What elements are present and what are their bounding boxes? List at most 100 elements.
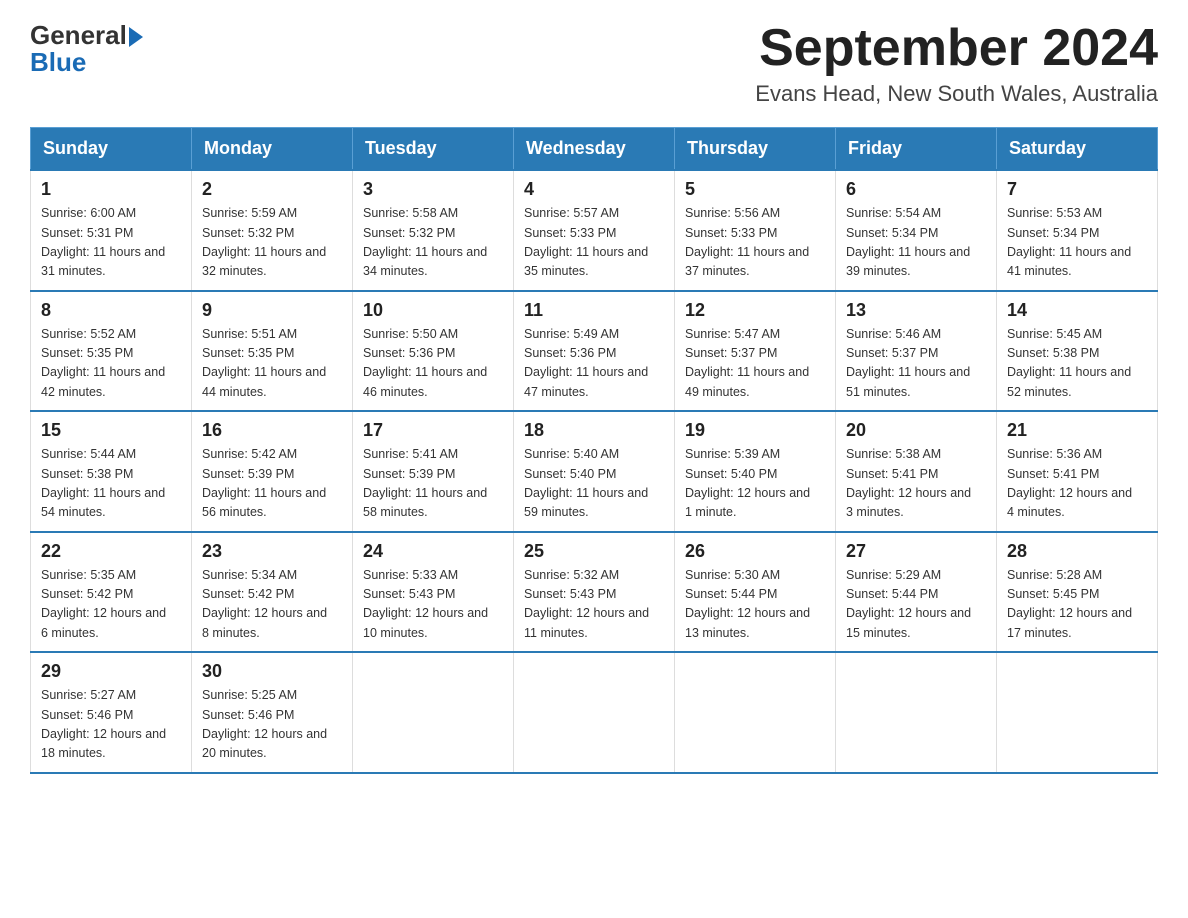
day-info: Sunrise: 5:56 AMSunset: 5:33 PMDaylight:… (685, 204, 825, 282)
day-info: Sunrise: 5:45 AMSunset: 5:38 PMDaylight:… (1007, 325, 1147, 403)
calendar-cell: 7 Sunrise: 5:53 AMSunset: 5:34 PMDayligh… (997, 170, 1158, 291)
header-monday: Monday (192, 128, 353, 171)
day-info: Sunrise: 5:40 AMSunset: 5:40 PMDaylight:… (524, 445, 664, 523)
day-number: 23 (202, 541, 342, 562)
calendar-cell: 15 Sunrise: 5:44 AMSunset: 5:38 PMDaylig… (31, 411, 192, 532)
calendar-cell: 8 Sunrise: 5:52 AMSunset: 5:35 PMDayligh… (31, 291, 192, 412)
calendar-cell: 9 Sunrise: 5:51 AMSunset: 5:35 PMDayligh… (192, 291, 353, 412)
day-info: Sunrise: 5:38 AMSunset: 5:41 PMDaylight:… (846, 445, 986, 523)
day-number: 29 (41, 661, 181, 682)
calendar-cell: 21 Sunrise: 5:36 AMSunset: 5:41 PMDaylig… (997, 411, 1158, 532)
title-section: September 2024 Evans Head, New South Wal… (755, 20, 1158, 107)
calendar-week-2: 8 Sunrise: 5:52 AMSunset: 5:35 PMDayligh… (31, 291, 1158, 412)
day-info: Sunrise: 6:00 AMSunset: 5:31 PMDaylight:… (41, 204, 181, 282)
calendar-cell: 13 Sunrise: 5:46 AMSunset: 5:37 PMDaylig… (836, 291, 997, 412)
day-number: 11 (524, 300, 664, 321)
day-info: Sunrise: 5:30 AMSunset: 5:44 PMDaylight:… (685, 566, 825, 644)
day-number: 13 (846, 300, 986, 321)
day-number: 12 (685, 300, 825, 321)
calendar-header-row: Sunday Monday Tuesday Wednesday Thursday… (31, 128, 1158, 171)
calendar-cell: 30 Sunrise: 5:25 AMSunset: 5:46 PMDaylig… (192, 652, 353, 773)
day-number: 8 (41, 300, 181, 321)
day-number: 5 (685, 179, 825, 200)
logo-arrow-icon (129, 27, 143, 47)
calendar-week-5: 29 Sunrise: 5:27 AMSunset: 5:46 PMDaylig… (31, 652, 1158, 773)
day-info: Sunrise: 5:42 AMSunset: 5:39 PMDaylight:… (202, 445, 342, 523)
day-number: 3 (363, 179, 503, 200)
day-info: Sunrise: 5:32 AMSunset: 5:43 PMDaylight:… (524, 566, 664, 644)
day-info: Sunrise: 5:46 AMSunset: 5:37 PMDaylight:… (846, 325, 986, 403)
calendar-week-1: 1 Sunrise: 6:00 AMSunset: 5:31 PMDayligh… (31, 170, 1158, 291)
location-subtitle: Evans Head, New South Wales, Australia (755, 81, 1158, 107)
day-number: 9 (202, 300, 342, 321)
day-info: Sunrise: 5:54 AMSunset: 5:34 PMDaylight:… (846, 204, 986, 282)
day-number: 14 (1007, 300, 1147, 321)
calendar-cell: 1 Sunrise: 6:00 AMSunset: 5:31 PMDayligh… (31, 170, 192, 291)
day-info: Sunrise: 5:49 AMSunset: 5:36 PMDaylight:… (524, 325, 664, 403)
calendar-cell: 22 Sunrise: 5:35 AMSunset: 5:42 PMDaylig… (31, 532, 192, 653)
day-info: Sunrise: 5:44 AMSunset: 5:38 PMDaylight:… (41, 445, 181, 523)
day-info: Sunrise: 5:29 AMSunset: 5:44 PMDaylight:… (846, 566, 986, 644)
calendar-week-3: 15 Sunrise: 5:44 AMSunset: 5:38 PMDaylig… (31, 411, 1158, 532)
header-saturday: Saturday (997, 128, 1158, 171)
day-info: Sunrise: 5:27 AMSunset: 5:46 PMDaylight:… (41, 686, 181, 764)
calendar-cell: 3 Sunrise: 5:58 AMSunset: 5:32 PMDayligh… (353, 170, 514, 291)
calendar-cell: 24 Sunrise: 5:33 AMSunset: 5:43 PMDaylig… (353, 532, 514, 653)
month-year-title: September 2024 (755, 20, 1158, 77)
calendar-week-4: 22 Sunrise: 5:35 AMSunset: 5:42 PMDaylig… (31, 532, 1158, 653)
calendar-cell: 26 Sunrise: 5:30 AMSunset: 5:44 PMDaylig… (675, 532, 836, 653)
day-number: 16 (202, 420, 342, 441)
day-number: 19 (685, 420, 825, 441)
day-info: Sunrise: 5:36 AMSunset: 5:41 PMDaylight:… (1007, 445, 1147, 523)
calendar-cell: 27 Sunrise: 5:29 AMSunset: 5:44 PMDaylig… (836, 532, 997, 653)
day-info: Sunrise: 5:50 AMSunset: 5:36 PMDaylight:… (363, 325, 503, 403)
day-info: Sunrise: 5:35 AMSunset: 5:42 PMDaylight:… (41, 566, 181, 644)
calendar-table: Sunday Monday Tuesday Wednesday Thursday… (30, 127, 1158, 774)
day-number: 25 (524, 541, 664, 562)
calendar-cell (514, 652, 675, 773)
calendar-cell: 16 Sunrise: 5:42 AMSunset: 5:39 PMDaylig… (192, 411, 353, 532)
calendar-cell: 11 Sunrise: 5:49 AMSunset: 5:36 PMDaylig… (514, 291, 675, 412)
day-number: 2 (202, 179, 342, 200)
logo-blue-text: Blue (30, 47, 86, 78)
day-number: 28 (1007, 541, 1147, 562)
logo: General Blue (30, 20, 143, 78)
day-number: 6 (846, 179, 986, 200)
calendar-cell: 5 Sunrise: 5:56 AMSunset: 5:33 PMDayligh… (675, 170, 836, 291)
day-info: Sunrise: 5:59 AMSunset: 5:32 PMDaylight:… (202, 204, 342, 282)
day-number: 18 (524, 420, 664, 441)
header-sunday: Sunday (31, 128, 192, 171)
day-number: 17 (363, 420, 503, 441)
day-info: Sunrise: 5:33 AMSunset: 5:43 PMDaylight:… (363, 566, 503, 644)
page-header: General Blue September 2024 Evans Head, … (30, 20, 1158, 107)
day-number: 27 (846, 541, 986, 562)
calendar-cell: 2 Sunrise: 5:59 AMSunset: 5:32 PMDayligh… (192, 170, 353, 291)
calendar-cell (836, 652, 997, 773)
header-thursday: Thursday (675, 128, 836, 171)
calendar-cell: 6 Sunrise: 5:54 AMSunset: 5:34 PMDayligh… (836, 170, 997, 291)
day-info: Sunrise: 5:51 AMSunset: 5:35 PMDaylight:… (202, 325, 342, 403)
day-number: 24 (363, 541, 503, 562)
day-number: 22 (41, 541, 181, 562)
day-number: 15 (41, 420, 181, 441)
calendar-cell: 17 Sunrise: 5:41 AMSunset: 5:39 PMDaylig… (353, 411, 514, 532)
header-tuesday: Tuesday (353, 128, 514, 171)
day-info: Sunrise: 5:53 AMSunset: 5:34 PMDaylight:… (1007, 204, 1147, 282)
day-info: Sunrise: 5:41 AMSunset: 5:39 PMDaylight:… (363, 445, 503, 523)
header-friday: Friday (836, 128, 997, 171)
day-number: 21 (1007, 420, 1147, 441)
day-number: 7 (1007, 179, 1147, 200)
calendar-cell: 19 Sunrise: 5:39 AMSunset: 5:40 PMDaylig… (675, 411, 836, 532)
day-number: 4 (524, 179, 664, 200)
calendar-cell: 14 Sunrise: 5:45 AMSunset: 5:38 PMDaylig… (997, 291, 1158, 412)
calendar-cell: 28 Sunrise: 5:28 AMSunset: 5:45 PMDaylig… (997, 532, 1158, 653)
day-number: 10 (363, 300, 503, 321)
calendar-cell (675, 652, 836, 773)
day-info: Sunrise: 5:25 AMSunset: 5:46 PMDaylight:… (202, 686, 342, 764)
calendar-cell: 4 Sunrise: 5:57 AMSunset: 5:33 PMDayligh… (514, 170, 675, 291)
day-info: Sunrise: 5:52 AMSunset: 5:35 PMDaylight:… (41, 325, 181, 403)
calendar-cell (353, 652, 514, 773)
day-info: Sunrise: 5:34 AMSunset: 5:42 PMDaylight:… (202, 566, 342, 644)
calendar-cell (997, 652, 1158, 773)
day-number: 30 (202, 661, 342, 682)
